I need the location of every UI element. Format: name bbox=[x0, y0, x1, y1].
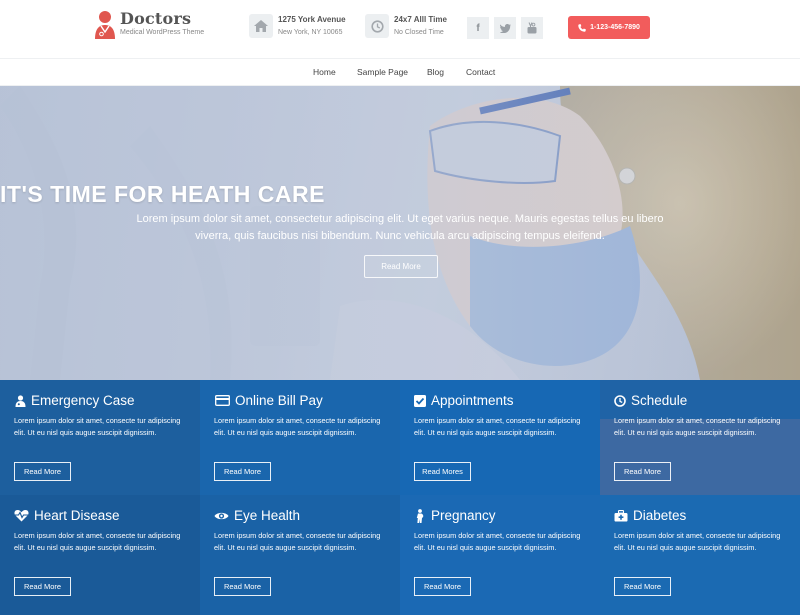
top-header: Doctors Medical WordPress Theme 1275 Yor… bbox=[0, 0, 800, 58]
youtube-icon[interactable] bbox=[521, 17, 543, 39]
service-text: Lorem ipsum dolor sit amet, consecte tur… bbox=[614, 416, 781, 437]
hero-read-more-button[interactable]: Read More bbox=[364, 255, 438, 278]
hero-banner: IT'S TIME FOR HEATH CARE Lorem ipsum dol… bbox=[0, 86, 800, 380]
hero-description: Lorem ipsum dolor sit amet, consectetur … bbox=[136, 213, 664, 242]
service-title: Emergency Case bbox=[31, 393, 135, 408]
home-icon bbox=[249, 14, 273, 38]
service-text: Lorem ipsum dolor sit amet, consecte tur… bbox=[214, 416, 381, 437]
phone-number: 1-123-456-7890 bbox=[590, 24, 640, 31]
service-read-more-button[interactable]: Read More bbox=[14, 577, 71, 596]
service-title: Online Bill Pay bbox=[235, 393, 323, 408]
main-nav: Home Sample Page Blog Contact bbox=[0, 58, 800, 86]
service-card-online-bill-pay: Online Bill Pay Lorem ipsum dolor sit am… bbox=[200, 380, 400, 495]
service-text: Lorem ipsum dolor sit amet, consecte tur… bbox=[414, 531, 581, 552]
service-card-emergency-case: Emergency Case Lorem ipsum dolor sit ame… bbox=[0, 380, 200, 495]
credit-card-icon bbox=[214, 395, 230, 407]
nav-item-home[interactable]: Home bbox=[313, 67, 336, 77]
hours-line2: No Closed Time bbox=[394, 29, 444, 36]
address-line1: 1275 York Avenue bbox=[278, 15, 346, 24]
site-logo[interactable]: Doctors Medical WordPress Theme bbox=[94, 10, 204, 40]
checkbox-icon bbox=[414, 394, 426, 407]
service-card-pregnancy: Pregnancy Lorem ipsum dolor sit amet, co… bbox=[400, 495, 600, 615]
service-text: Lorem ipsum dolor sit amet, consecte tur… bbox=[14, 416, 181, 437]
clock-icon bbox=[614, 394, 626, 407]
services-grid: Emergency Case Lorem ipsum dolor sit ame… bbox=[0, 380, 800, 615]
brand-title: Doctors bbox=[120, 9, 192, 28]
service-title: Diabetes bbox=[633, 508, 687, 523]
service-title: Eye Health bbox=[234, 508, 301, 523]
phone-button[interactable]: 1-123-456-7890 bbox=[568, 16, 650, 39]
eye-icon bbox=[214, 510, 229, 522]
hours-line1: 24x7 Alll Time bbox=[394, 15, 447, 24]
service-card-eye-health: Eye Health Lorem ipsum dolor sit amet, c… bbox=[200, 495, 400, 615]
facebook-icon[interactable]: f bbox=[467, 17, 489, 39]
address-info: 1275 York Avenue New York, NY 10065 bbox=[249, 14, 346, 38]
service-read-more-button[interactable]: Read More bbox=[214, 462, 271, 481]
hero-title: IT'S TIME FOR HEATH CARE bbox=[0, 181, 325, 207]
service-read-more-button[interactable]: Read More bbox=[214, 577, 271, 596]
nav-item-contact[interactable]: Contact bbox=[466, 67, 495, 77]
service-title: Schedule bbox=[631, 393, 688, 408]
service-card-schedule: Schedule Lorem ipsum dolor sit amet, con… bbox=[600, 380, 800, 495]
service-title: Heart Disease bbox=[34, 508, 120, 523]
service-read-more-button[interactable]: Read More bbox=[614, 462, 671, 481]
service-text: Lorem ipsum dolor sit amet, consecte tur… bbox=[214, 531, 381, 552]
service-title: Pregnancy bbox=[431, 508, 496, 523]
service-read-more-button[interactable]: Read Mores bbox=[414, 462, 471, 481]
phone-icon bbox=[578, 23, 586, 32]
nav-item-sample-page[interactable]: Sample Page bbox=[357, 67, 408, 77]
nav-item-blog[interactable]: Blog bbox=[427, 67, 444, 77]
doctor-logo-icon bbox=[94, 10, 116, 40]
service-card-appointments: Appointments Lorem ipsum dolor sit amet,… bbox=[400, 380, 600, 495]
service-title: Appointments bbox=[431, 393, 514, 408]
pregnancy-icon bbox=[414, 508, 426, 523]
doctor-icon bbox=[14, 394, 26, 407]
heartbeat-icon bbox=[14, 510, 29, 522]
service-card-diabetes: Diabetes Lorem ipsum dolor sit amet, con… bbox=[600, 495, 800, 615]
service-read-more-button[interactable]: Read More bbox=[414, 577, 471, 596]
clock-icon bbox=[365, 14, 389, 38]
brand-subtitle: Medical WordPress Theme bbox=[120, 29, 205, 36]
address-line2: New York, NY 10065 bbox=[278, 29, 343, 36]
service-card-heart-disease: Heart Disease Lorem ipsum dolor sit amet… bbox=[0, 495, 200, 615]
service-text: Lorem ipsum dolor sit amet, consecte tur… bbox=[414, 416, 581, 437]
twitter-icon[interactable] bbox=[494, 17, 516, 39]
hours-info: 24x7 Alll Time No Closed Time bbox=[365, 14, 447, 38]
service-text: Lorem ipsum dolor sit amet, consecte tur… bbox=[14, 531, 181, 552]
medkit-icon bbox=[614, 509, 628, 522]
service-read-more-button[interactable]: Read More bbox=[614, 577, 671, 596]
service-text: Lorem ipsum dolor sit amet, consecte tur… bbox=[614, 531, 781, 552]
service-read-more-button[interactable]: Read More bbox=[14, 462, 71, 481]
